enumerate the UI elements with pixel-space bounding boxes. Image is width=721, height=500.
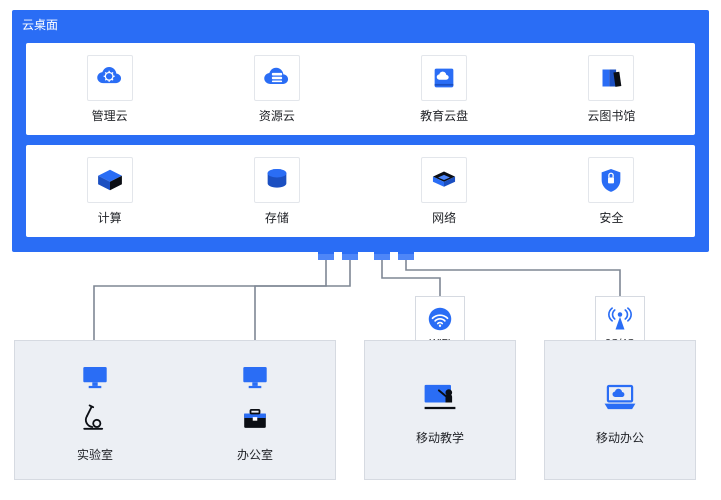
- label: 计算: [98, 209, 122, 226]
- item-mobile-office: 移动办公: [596, 375, 644, 446]
- label: 资源云: [259, 107, 295, 124]
- label: 存储: [265, 209, 289, 226]
- group-mobile-teaching: 移动教学: [364, 340, 516, 480]
- label: 云图书馆: [587, 107, 635, 124]
- laptop-cloud-icon: [596, 375, 644, 419]
- label: 移动办公: [596, 429, 644, 446]
- label: 管理云: [92, 107, 128, 124]
- item-lab: 实验室: [75, 358, 115, 463]
- cloud-library-icon: [588, 55, 634, 101]
- cloud-server-icon: [254, 55, 300, 101]
- item-security: 安全: [551, 157, 671, 226]
- item-compute: 计算: [50, 157, 170, 226]
- label: 实验室: [77, 446, 113, 463]
- item-storage: 存储: [217, 157, 337, 226]
- item-edu-cloud-disk: 教育云盘: [384, 55, 504, 124]
- teaching-icon: [416, 375, 464, 419]
- storage-icon: [254, 157, 300, 203]
- briefcase-icon: [235, 400, 275, 436]
- compute-icon: [87, 157, 133, 203]
- item-office: 办公室: [235, 358, 275, 463]
- network-icon: [421, 157, 467, 203]
- security-icon: [588, 157, 634, 203]
- item-network: 网络: [384, 157, 504, 226]
- label: 办公室: [237, 446, 273, 463]
- row-cloud-services: 管理云 资源云 教育云盘 云图书馆: [26, 43, 695, 135]
- group-mobile-office: 移动办公: [544, 340, 696, 480]
- label: 网络: [432, 209, 456, 226]
- cell-tower-icon: [600, 302, 640, 336]
- item-mobile-teaching: 移动教学: [416, 375, 464, 446]
- label: 移动教学: [416, 429, 464, 446]
- item-resource-cloud: 资源云: [217, 55, 337, 124]
- cloud-desktop-title: 云桌面: [12, 10, 709, 37]
- item-manage-cloud: 管理云: [50, 55, 170, 124]
- monitor-icon: [235, 358, 275, 394]
- row-infra: 计算 存储 网络 安全: [26, 145, 695, 237]
- monitor-icon: [75, 358, 115, 394]
- cloud-gear-icon: [87, 55, 133, 101]
- wifi-icon: [420, 302, 460, 336]
- label: 安全: [599, 209, 623, 226]
- label: 教育云盘: [420, 107, 468, 124]
- cloud-desktop-panel: 云桌面 管理云 资源云 教育云盘 云图书馆 计算 存储 网络: [12, 10, 709, 252]
- microscope-icon: [75, 400, 115, 436]
- item-cloud-library: 云图书馆: [551, 55, 671, 124]
- group-rooms: 实验室 办公室: [14, 340, 336, 480]
- cloud-disk-icon: [421, 55, 467, 101]
